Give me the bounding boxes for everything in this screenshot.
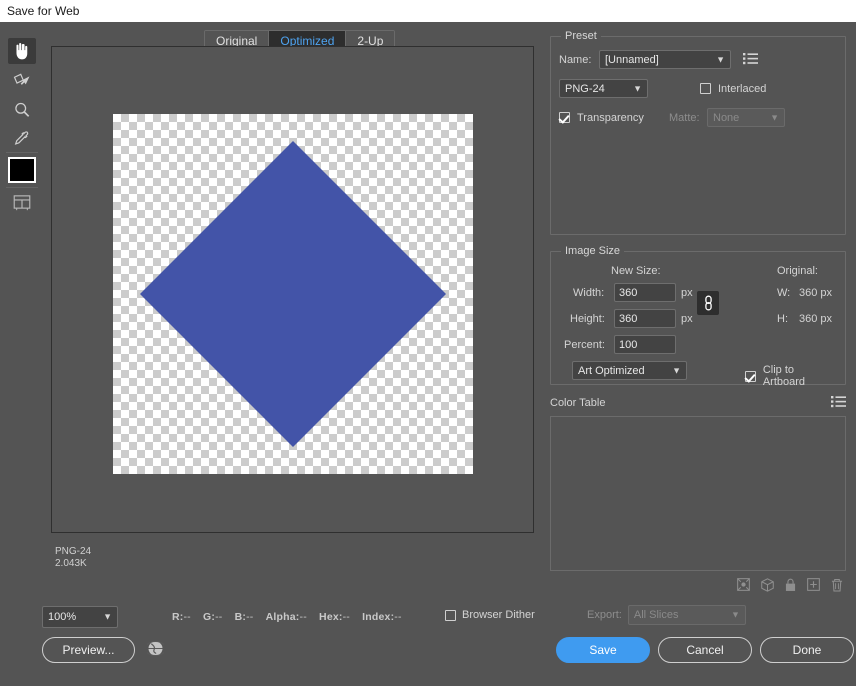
- transparency-checkerboard: [113, 114, 473, 474]
- cancel-button[interactable]: Cancel: [658, 637, 752, 663]
- color-table-swatches[interactable]: [550, 416, 846, 571]
- readout-alpha: Alpha:--: [265, 611, 307, 623]
- magnifier-icon: [15, 102, 30, 117]
- transparency-checkbox[interactable]: [559, 112, 570, 123]
- zoom-level-select[interactable]: 100%: [42, 606, 118, 628]
- color-table-options-icon[interactable]: [831, 395, 846, 411]
- readout-r: R:--: [172, 611, 191, 623]
- width-input[interactable]: [614, 283, 676, 302]
- window-title-bar: Save for Web: [0, 0, 856, 22]
- color-table-actions: [550, 578, 846, 595]
- matte-select-wrap: None ▼: [707, 108, 785, 127]
- height-unit: px: [681, 313, 693, 325]
- interlaced-checkbox[interactable]: [700, 83, 711, 94]
- new-color-icon[interactable]: [807, 578, 820, 595]
- original-size-label: Original:: [777, 265, 818, 277]
- toolbar-divider: [6, 152, 38, 153]
- color-table-label: Color Table: [550, 397, 606, 409]
- preview-canvas[interactable]: [51, 46, 534, 533]
- original-width-label: W:: [777, 287, 791, 299]
- done-button[interactable]: Done: [760, 637, 854, 663]
- toggle-slices-visibility[interactable]: [8, 189, 36, 215]
- new-size-label: New Size:: [611, 265, 661, 277]
- file-format-select[interactable]: PNG-24: [559, 79, 648, 98]
- image-size-group-label: Image Size: [565, 245, 621, 257]
- preset-name-select-wrap: [Unnamed] ▼: [599, 50, 731, 69]
- readout-index: Index:--: [362, 611, 402, 623]
- constrain-proportions-chain-icon[interactable]: [697, 291, 719, 315]
- optimized-file-size: 2.043K: [55, 558, 87, 569]
- browser-dither-control: Browser Dither: [445, 609, 535, 621]
- export-select[interactable]: All Slices: [627, 605, 746, 625]
- original-height-value: 360 px: [799, 313, 833, 325]
- quality-select-wrap: Art Optimized ▼: [572, 361, 687, 380]
- slice-select-icon: [13, 73, 30, 85]
- preview-button[interactable]: Preview...: [42, 637, 135, 663]
- foreground-color-swatch[interactable]: [8, 157, 36, 183]
- export-select-wrap: All Slices ▼: [627, 605, 746, 625]
- export-control: Export: All Slices ▼: [587, 605, 746, 625]
- browser-dither-label: Browser Dither: [462, 609, 535, 621]
- color-table-section: Color Table: [550, 395, 846, 595]
- save-for-web-dialog: Save for Web Original Optimized 2-Up PNG…: [0, 0, 856, 686]
- window-title: Save for Web: [7, 4, 80, 18]
- preset-name-select[interactable]: [Unnamed]: [599, 50, 731, 69]
- format-select-wrap: PNG-24 ▼: [559, 79, 648, 98]
- zoom-tool[interactable]: [8, 97, 36, 123]
- hand-icon: [15, 42, 27, 59]
- zoom-select-wrap: 100% ▼: [42, 606, 118, 628]
- percent-input[interactable]: [614, 335, 676, 354]
- save-button[interactable]: Save: [556, 637, 650, 663]
- browser-dither-checkbox[interactable]: [445, 609, 456, 621]
- transparency-label: Transparency: [577, 111, 644, 124]
- height-input[interactable]: [614, 309, 676, 328]
- slices-visibility-icon: [13, 195, 31, 211]
- preset-name-label: Name:: [559, 53, 592, 66]
- optimized-file-info: PNG-24 2.043K: [55, 546, 91, 570]
- lock-color-icon[interactable]: [785, 578, 796, 595]
- color-readout: R:-- G:-- B:-- Alpha:-- Hex:-- Index:--: [172, 611, 411, 623]
- original-height-label: H:: [777, 313, 788, 325]
- image-size-group: Image Size New Size: Original: Width: px…: [550, 245, 846, 388]
- export-label: Export:: [587, 609, 622, 621]
- preset-options-icon[interactable]: [743, 52, 758, 68]
- readout-hex: Hex:--: [319, 611, 351, 623]
- tools-panel: [0, 22, 44, 686]
- snap-to-web-palette-icon[interactable]: [737, 578, 750, 595]
- matte-select[interactable]: None: [707, 108, 785, 127]
- matte-label: Matte:: [669, 111, 700, 124]
- width-label: Width:: [573, 287, 605, 299]
- slice-select-tool[interactable]: [8, 68, 36, 94]
- interlaced-label: Interlaced: [718, 82, 767, 95]
- preset-group-label: Preset: [565, 30, 597, 42]
- width-unit: px: [681, 287, 693, 299]
- eyedropper-tool[interactable]: [8, 126, 36, 152]
- foreground-color-chip: [10, 159, 34, 181]
- hand-tool[interactable]: [8, 38, 36, 64]
- web-shift-icon[interactable]: [761, 578, 774, 595]
- clip-to-artboard-label: Clip to Artboard: [762, 364, 806, 388]
- quality-select[interactable]: Art Optimized: [572, 361, 687, 380]
- preset-group: Preset Name: [Unnamed] ▼ PNG-24 ▼ Interl…: [550, 30, 846, 235]
- original-width-value: 360 px: [799, 287, 833, 299]
- percent-label: Percent:: [564, 339, 605, 351]
- clip-to-artboard-checkbox[interactable]: [745, 370, 756, 382]
- preview-in-browser-globe-icon[interactable]: [144, 640, 167, 660]
- settings-panel: Preset Name: [Unnamed] ▼ PNG-24 ▼ Interl…: [550, 30, 846, 595]
- delete-color-icon[interactable]: [831, 578, 843, 595]
- eyedropper-icon: [14, 131, 29, 145]
- readout-b: B:--: [234, 611, 254, 623]
- optimized-format-label: PNG-24: [55, 546, 92, 557]
- height-label: Height:: [570, 313, 605, 325]
- artwork-diamond: [140, 141, 446, 447]
- status-bar: 100% ▼ R:-- G:-- B:-- Alpha:-- Hex:-- In…: [0, 600, 856, 686]
- toolbar-divider-2: [6, 187, 38, 188]
- readout-g: G:--: [203, 611, 223, 623]
